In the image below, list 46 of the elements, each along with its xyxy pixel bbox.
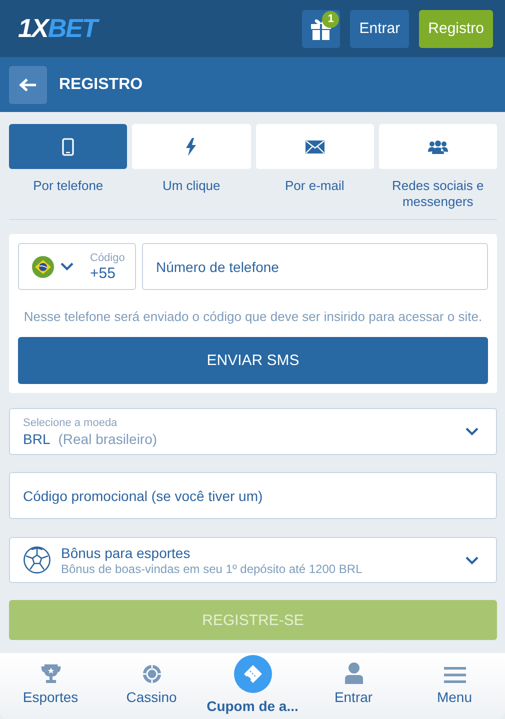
- send-sms-button[interactable]: ENVIAR SMS: [18, 337, 488, 384]
- bonus-title: Bônus para esportes: [61, 544, 192, 560]
- hint-text: Nesse telefone será enviado o código que deve ser insirido para acessar o site.: [22, 309, 484, 325]
- chevron-down-icon: [465, 556, 479, 564]
- tab-button[interactable]: [9, 124, 128, 169]
- nav-item[interactable]: Menu: [404, 666, 505, 705]
- back-arrow-icon: [19, 78, 37, 92]
- back-button[interactable]: [9, 66, 47, 104]
- code-value: +55: [90, 264, 116, 282]
- chevron-down-icon: [60, 262, 74, 271]
- tab-button[interactable]: [378, 124, 497, 169]
- promo-code-input[interactable]: Código promocional (se você tiver um): [9, 472, 497, 519]
- nav-item[interactable]: Esportes: [0, 664, 101, 705]
- menu-icon: [444, 666, 466, 684]
- lightning-icon: [185, 138, 198, 156]
- nav-item[interactable]: Entrar: [303, 662, 404, 705]
- tab-button[interactable]: [256, 124, 374, 169]
- people-icon: [428, 140, 448, 154]
- chevron-down-icon: [465, 427, 479, 436]
- flag-icon: [32, 256, 54, 278]
- soccer-ball-icon: [23, 546, 51, 574]
- code-label: Código: [90, 252, 125, 264]
- smartphone-icon: [62, 138, 74, 156]
- person-icon: [344, 662, 364, 684]
- tab-label[interactable]: Um clique: [162, 178, 220, 194]
- bonus-select[interactable]: Bônus para esportes Bônus de boas-vindas em seu 1º depósito até 1200 BRL: [9, 537, 497, 583]
- nav-item[interactable]: Cupom de a...: [202, 655, 303, 714]
- country-code-selector[interactable]: Código +55: [18, 243, 136, 290]
- currency-code: BRL: [23, 430, 50, 446]
- page-title: REGISTRO: [59, 76, 143, 94]
- login-button[interactable]: Entrar: [350, 10, 410, 48]
- tab-label[interactable]: Por e-mail: [285, 178, 344, 194]
- logo[interactable]: 1XBET: [18, 13, 97, 44]
- currency-label: Selecione a moeda: [23, 416, 118, 428]
- ticket-icon: [234, 655, 272, 693]
- envelope-icon: [304, 140, 325, 154]
- notification-badge: 1: [322, 10, 340, 28]
- tab-label[interactable]: Redes sociais e messengers: [378, 178, 497, 210]
- trophy-icon: [40, 664, 60, 684]
- bonus-description: Bônus de boas-vindas em seu 1º depósito até 1200 BRL: [61, 562, 364, 576]
- currency-select[interactable]: Selecione a moeda BRL (Real brasileiro): [9, 408, 497, 455]
- phone-input[interactable]: Número de telefone: [142, 243, 488, 290]
- casino-chip-icon: [142, 664, 162, 684]
- nav-item[interactable]: Cassino: [101, 664, 202, 705]
- currency-name: (Real brasileiro): [58, 430, 158, 446]
- tab-label[interactable]: Por telefone: [33, 178, 104, 194]
